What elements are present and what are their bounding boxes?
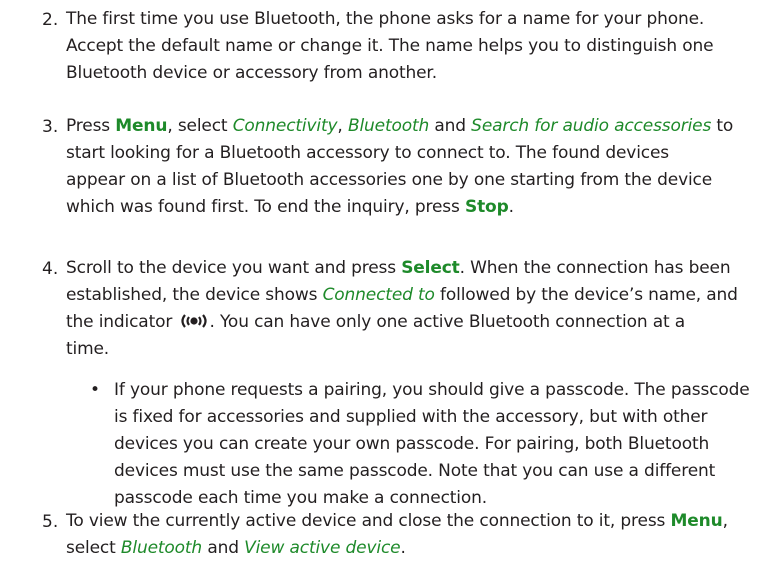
select-keyword: Select xyxy=(401,258,460,278)
step-3-line-4: which was found first. To end the inquir… xyxy=(66,197,514,217)
step-4-line-1: Scroll to the device you want and press … xyxy=(66,258,731,278)
manual-page: 2. The first time you use Bluetooth, the… xyxy=(0,0,762,560)
step-number: 4. xyxy=(42,259,59,279)
bullet-line-3: devices you can create your own passcode… xyxy=(114,434,710,454)
bullet-line-2: is fixed for accessories and supplied wi… xyxy=(114,407,708,427)
step-2-line-1: The first time you use Bluetooth, the ph… xyxy=(66,9,705,29)
step-4-line-2: established, the device shows Connected … xyxy=(66,285,738,305)
menu-keyword: Menu xyxy=(115,116,168,136)
bullet-point: • xyxy=(90,380,101,400)
step-3-line-2: start looking for a Bluetooth accessory … xyxy=(66,143,669,163)
step-number: 3. xyxy=(42,117,59,137)
step-4-line-3: the indicator . You can have only one ac… xyxy=(66,311,686,332)
step-number: 5. xyxy=(42,512,59,532)
step-3-line-3: appear on a list of Bluetooth accessorie… xyxy=(66,170,713,190)
connectivity-option: Connectivity xyxy=(232,116,338,136)
bluetooth-option: Bluetooth xyxy=(120,538,203,558)
view-active-device-option: View active device xyxy=(244,538,401,558)
step-5-line-2: select Bluetooth and View active device. xyxy=(66,538,406,558)
connected-to-text: Connected to xyxy=(322,285,435,305)
bluetooth-option: Bluetooth xyxy=(347,116,430,136)
step-2-line-2: Accept the default name or change it. Th… xyxy=(66,36,714,56)
stop-keyword: Stop xyxy=(464,197,509,217)
search-audio-accessories-option: Search for audio accessories xyxy=(471,116,712,136)
step-number: 2. xyxy=(42,10,59,30)
bullet-line-4: devices must use the same passcode. Note… xyxy=(114,461,716,481)
bluetooth-connected-icon xyxy=(179,311,209,328)
bullet-line-1: If your phone requests a pairing, you sh… xyxy=(114,380,750,400)
menu-keyword: Menu xyxy=(670,511,723,531)
step-5-line-1: To view the currently active device and … xyxy=(66,511,728,531)
step-4-line-4: time. xyxy=(66,339,110,359)
step-3-line-1: Press Menu, select Connectivity, Bluetoo… xyxy=(66,116,734,136)
step-2-line-3: Bluetooth device or accessory from anoth… xyxy=(66,63,437,83)
